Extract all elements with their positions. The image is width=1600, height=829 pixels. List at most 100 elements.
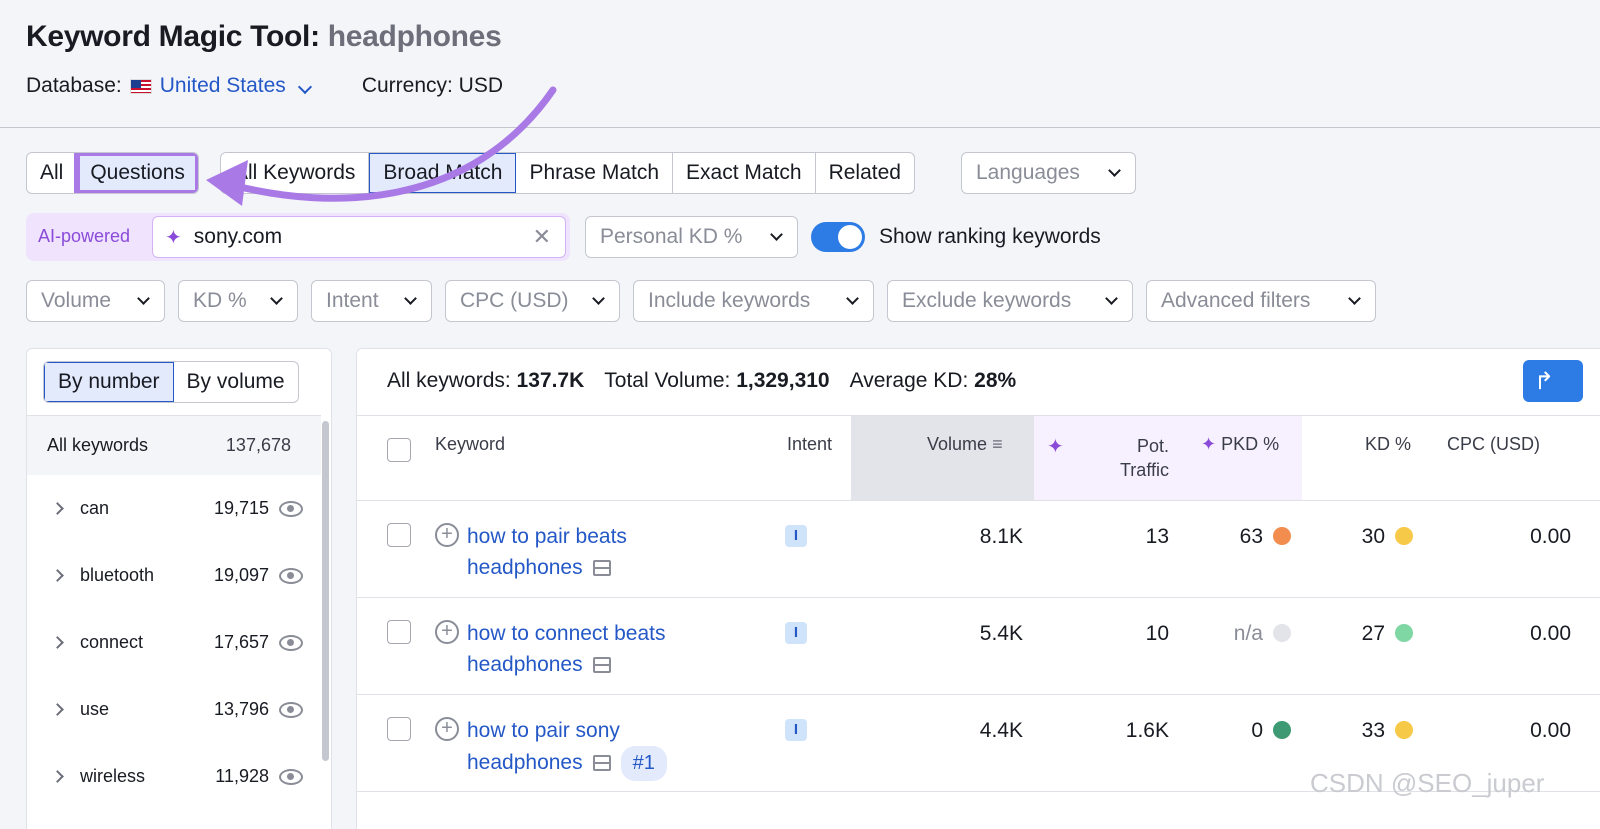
- serp-icon[interactable]: [592, 755, 611, 772]
- database-label: Database:: [26, 74, 122, 97]
- chevron-down-icon: [846, 291, 859, 305]
- keyword-text-line2[interactable]: headphones: [467, 751, 583, 774]
- header-kd[interactable]: KD %: [1365, 434, 1411, 455]
- serp-icon[interactable]: [592, 560, 611, 577]
- chevron-right-icon[interactable]: [51, 703, 64, 716]
- volume-column-bg: [851, 416, 1034, 500]
- database-selector[interactable]: United States: [160, 74, 314, 98]
- keyword-text-line2[interactable]: headphones: [467, 653, 583, 676]
- tab-broad-match[interactable]: Broad Match: [369, 153, 517, 193]
- chevron-right-icon[interactable]: [51, 569, 64, 582]
- chevron-down-icon: [1348, 291, 1361, 305]
- domain-input[interactable]: ✦ sony.com ✕: [152, 216, 566, 258]
- match-tabs: All Keywords Broad Match Phrase Match Ex…: [220, 152, 915, 194]
- eye-icon[interactable]: [279, 701, 303, 718]
- add-to-list-icon[interactable]: +: [435, 717, 459, 741]
- tab-by-volume[interactable]: By volume: [174, 362, 298, 402]
- add-to-list-icon[interactable]: +: [435, 620, 459, 644]
- all-keywords-label: All keywords: [47, 435, 149, 455]
- tab-related[interactable]: Related: [816, 153, 914, 193]
- groups-scrollbar[interactable]: [322, 421, 329, 761]
- group-label: bluetooth: [80, 565, 155, 585]
- chevron-right-icon[interactable]: [51, 770, 64, 783]
- chevron-down-icon: [592, 291, 605, 305]
- row-checkbox[interactable]: [387, 620, 411, 644]
- title-text: Keyword Magic Tool:: [26, 20, 320, 53]
- keyword-text-line1[interactable]: how to pair beats: [467, 525, 627, 548]
- close-icon[interactable]: ✕: [533, 224, 551, 250]
- header-cpc[interactable]: CPC (USD): [1447, 434, 1540, 455]
- group-item[interactable]: use 13,796: [27, 676, 321, 743]
- currency-label: Currency: USD: [361, 74, 504, 97]
- header-intent[interactable]: Intent: [787, 434, 832, 455]
- tab-all[interactable]: All: [27, 153, 78, 193]
- add-to-list-icon[interactable]: +: [435, 523, 459, 547]
- personal-kd-dropdown[interactable]: Personal KD %: [585, 216, 798, 258]
- share-button[interactable]: ↱: [1523, 360, 1583, 402]
- keyword-link[interactable]: how to pair beats headphones: [467, 521, 727, 583]
- keyword-link[interactable]: how to pair sony headphones #1: [467, 715, 727, 781]
- sparkle-icon: ✦: [1201, 434, 1217, 454]
- traffic-cell: 13: [1145, 525, 1169, 548]
- group-count: 17,657: [213, 632, 269, 652]
- database-value[interactable]: United States: [160, 74, 286, 97]
- volume-filter[interactable]: Volume: [26, 280, 165, 322]
- header-pkd-label: PKD %: [1221, 434, 1280, 454]
- keyword-link[interactable]: how to connect beats headphones: [467, 618, 727, 680]
- group-item[interactable]: can 19,715: [27, 475, 321, 542]
- select-all-checkbox[interactable]: [387, 438, 411, 462]
- personal-kd-label: Personal KD %: [600, 225, 743, 248]
- eye-icon[interactable]: [279, 634, 303, 651]
- table-header: Keyword Intent Volume ≡ ✦ Pot. Traffic ✦…: [357, 415, 1600, 501]
- intent-badge: I: [785, 719, 807, 741]
- row-checkbox[interactable]: [387, 717, 411, 741]
- chevron-right-icon[interactable]: [51, 636, 64, 649]
- header-volume[interactable]: Volume ≡: [927, 434, 1003, 455]
- tab-by-number[interactable]: By number: [44, 362, 174, 402]
- cpc-cell: 0.00: [1530, 622, 1571, 645]
- pkd-dot: [1273, 527, 1291, 545]
- group-item[interactable]: connect 17,657: [27, 609, 321, 676]
- cpc-filter[interactable]: CPC (USD): [445, 280, 620, 322]
- header-pot-traffic[interactable]: Pot. Traffic: [1109, 434, 1169, 482]
- keyword-text-line1[interactable]: how to pair sony: [467, 719, 620, 742]
- pkd-value: 0: [1251, 719, 1263, 742]
- eye-icon[interactable]: [279, 567, 303, 584]
- row-checkbox[interactable]: [387, 523, 411, 547]
- domain-value[interactable]: sony.com: [194, 225, 282, 249]
- eye-icon[interactable]: [279, 768, 303, 785]
- sparkle-icon: ✦: [165, 226, 182, 249]
- database-row: Database: United States Currency: USD: [26, 74, 503, 98]
- intent-badge: I: [785, 525, 807, 547]
- group-count: 19,715: [213, 498, 269, 518]
- tab-questions[interactable]: Questions: [74, 153, 198, 193]
- volume-cell: 5.4K: [979, 622, 1023, 645]
- include-keywords-filter[interactable]: Include keywords: [633, 280, 874, 322]
- keyword-text-line1[interactable]: how to connect beats: [467, 622, 665, 645]
- pkd-value: n/a: [1233, 622, 1263, 645]
- ai-powered-search: AI-powered ✦ sony.com ✕: [26, 213, 570, 261]
- group-item[interactable]: bluetooth 19,097: [27, 542, 321, 609]
- pkd-cell: 0: [1251, 719, 1291, 743]
- group-label: wireless: [80, 766, 146, 786]
- sparkle-icon: ✦: [1047, 436, 1064, 458]
- tab-all-keywords[interactable]: All Keywords: [221, 153, 370, 193]
- kd-filter[interactable]: KD %: [178, 280, 298, 322]
- header-pkd[interactable]: ✦ PKD %: [1201, 434, 1279, 455]
- group-item[interactable]: wireless 11,928: [27, 743, 321, 810]
- header-keyword[interactable]: Keyword: [435, 434, 505, 455]
- tab-exact-match[interactable]: Exact Match: [673, 153, 816, 193]
- intent-filter[interactable]: Intent: [311, 280, 432, 322]
- all-keywords-group[interactable]: All keywords 137,678: [27, 415, 321, 475]
- serp-icon[interactable]: [592, 657, 611, 674]
- languages-dropdown[interactable]: Languages: [961, 152, 1136, 194]
- eye-icon[interactable]: [279, 500, 303, 517]
- tab-phrase-match[interactable]: Phrase Match: [516, 153, 674, 193]
- exclude-keywords-filter[interactable]: Exclude keywords: [887, 280, 1133, 322]
- keyword-text-line2[interactable]: headphones: [467, 556, 583, 579]
- include-keywords-label: Include keywords: [648, 289, 811, 312]
- ranking-keywords-toggle[interactable]: [811, 222, 865, 252]
- advanced-filters[interactable]: Advanced filters: [1146, 280, 1376, 322]
- intent-badge: I: [785, 622, 807, 644]
- chevron-right-icon[interactable]: [51, 502, 64, 515]
